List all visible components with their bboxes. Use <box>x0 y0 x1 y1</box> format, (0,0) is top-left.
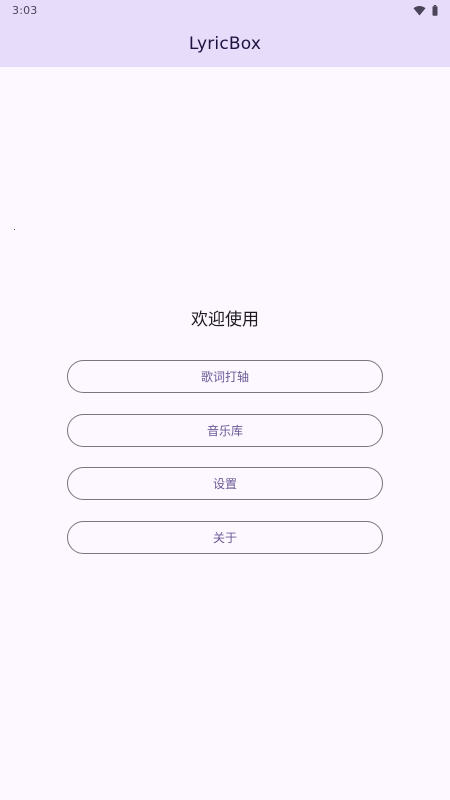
music-library-button[interactable]: 音乐库 <box>67 413 383 447</box>
battery-icon <box>432 1 438 20</box>
about-button[interactable]: 关于 <box>67 520 383 554</box>
wifi-icon <box>413 1 426 20</box>
status-bar: 3:03 <box>0 0 450 20</box>
settings-button[interactable]: 设置 <box>67 467 383 500</box>
welcome-text: 欢迎使用 <box>191 310 259 330</box>
app-title: LyricBox <box>188 33 262 54</box>
stray-dot <box>14 229 15 230</box>
lyric-timing-button[interactable]: 歌词打轴 <box>67 360 383 393</box>
top-app-bar: LyricBox <box>0 20 450 67</box>
status-time: 3:03 <box>12 3 38 17</box>
main-menu: 歌词打轴 音乐库 设置 关于 <box>67 360 383 574</box>
status-icons <box>413 1 438 20</box>
